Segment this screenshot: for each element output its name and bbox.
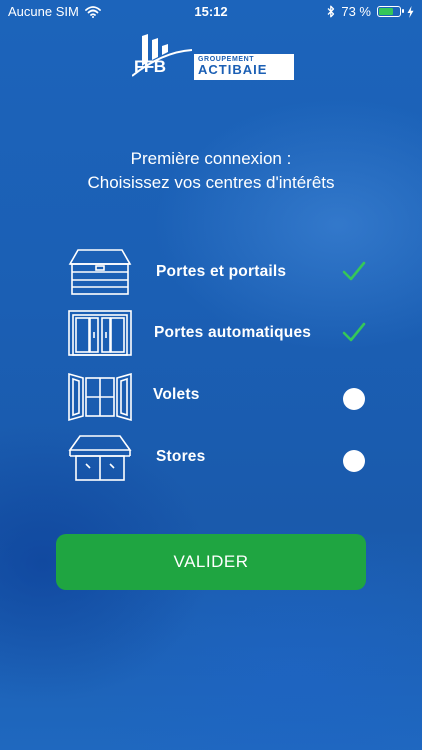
automatic-door-icon <box>68 310 132 356</box>
battery-level-fill <box>379 8 393 15</box>
logo-brand-text: ACTIBAIE <box>198 62 268 77</box>
battery-percent: 73 % <box>341 4 371 19</box>
status-bar-right: 73 % <box>327 4 414 19</box>
status-bar: Aucune SIM 15:12 73 % <box>0 0 422 24</box>
interest-label: Volets <box>153 386 200 403</box>
interest-item-portes-automatiques[interactable]: Portes automatiques <box>0 306 422 366</box>
interest-label: Portes automatiques <box>154 324 312 341</box>
interest-item-portes-portails[interactable]: Portes et portails <box>0 244 422 304</box>
interest-label: Portes et portails <box>156 263 287 280</box>
validate-button[interactable]: VALIDER <box>56 534 366 590</box>
page-heading: Première connexion : Choisissez vos cent… <box>0 147 422 195</box>
charging-bolt-icon <box>407 5 414 18</box>
shutters-icon <box>68 372 132 422</box>
heading-line-2: Choisissez vos centres d'intérêts <box>87 173 335 192</box>
logo-ffb-text: FFB <box>134 57 166 76</box>
checkmark-icon[interactable] <box>342 260 366 282</box>
garage-door-icon <box>68 249 132 295</box>
battery-icon <box>377 6 404 17</box>
unselected-radio[interactable] <box>343 388 365 410</box>
awning-icon <box>68 435 132 481</box>
bluetooth-icon <box>327 5 335 18</box>
ffb-actibaie-logo: FFB GROUPEMENT ACTIBAIE <box>128 32 298 82</box>
interest-item-stores[interactable]: Stores <box>0 430 422 490</box>
unselected-radio[interactable] <box>343 450 365 472</box>
interest-label: Stores <box>156 448 206 465</box>
checkmark-icon[interactable] <box>342 321 366 343</box>
heading-line-1: Première connexion : <box>130 149 292 168</box>
logo-actibaie-box: GROUPEMENT ACTIBAIE <box>194 54 294 80</box>
interest-item-volets[interactable]: Volets <box>0 368 422 428</box>
